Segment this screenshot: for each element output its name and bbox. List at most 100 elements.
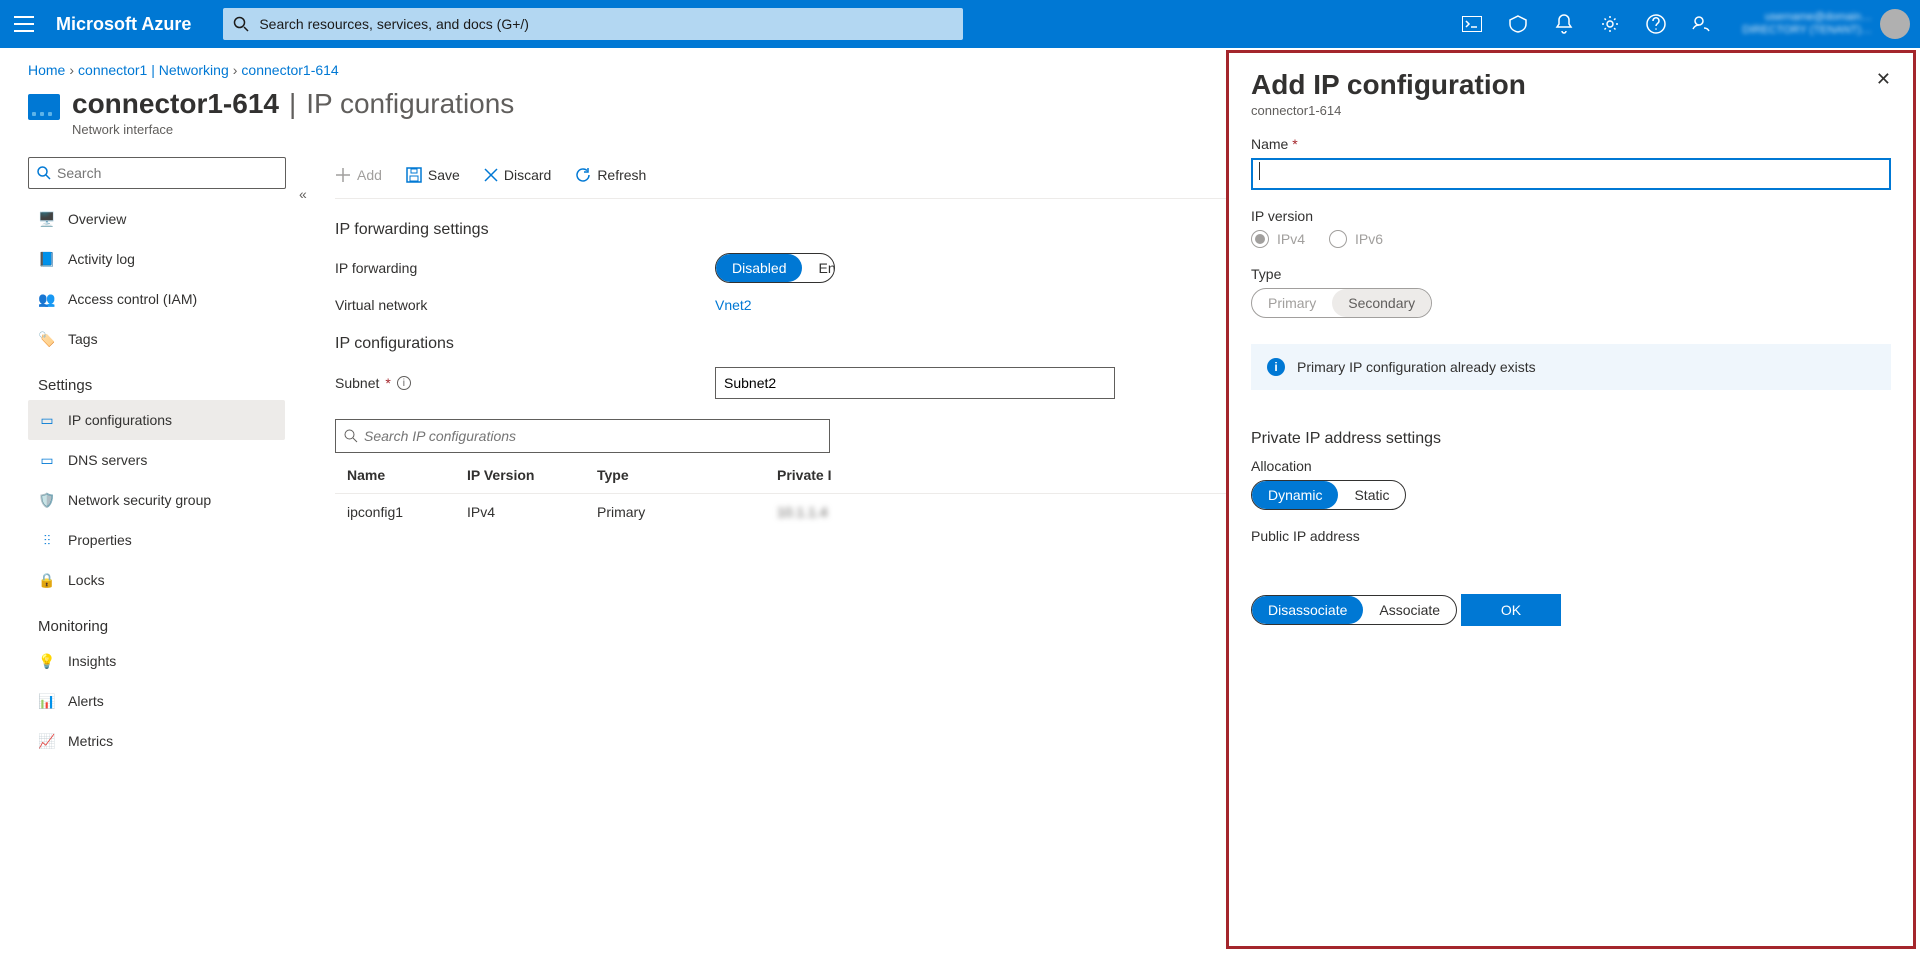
close-icon[interactable]: ✕ <box>1876 69 1891 90</box>
collapse-nav-icon[interactable]: « <box>299 186 307 202</box>
ip-search-input[interactable] <box>364 428 821 444</box>
nav-label: Tags <box>68 331 98 347</box>
panel-subtitle: connector1-614 <box>1251 103 1526 118</box>
settings-icon[interactable] <box>1588 0 1632 48</box>
col-type[interactable]: Type <box>585 453 765 494</box>
info-icon[interactable]: i <box>397 376 411 390</box>
search-icon <box>233 16 249 32</box>
nav-section-settings: Settings <box>28 359 285 400</box>
cell-type: Primary <box>585 494 765 531</box>
cloud-shell-icon[interactable] <box>1450 0 1494 48</box>
nav-label: IP configurations <box>68 412 172 428</box>
activity-log-icon: 📘 <box>38 251 56 268</box>
subnet-input[interactable] <box>715 367 1115 399</box>
nav-locks[interactable]: 🔒 Locks <box>28 560 285 600</box>
nav-iam[interactable]: 👥 Access control (IAM) <box>28 279 285 319</box>
col-name[interactable]: Name <box>335 453 455 494</box>
allocation-group[interactable]: Dynamic Static <box>1251 480 1406 510</box>
publicip-associate[interactable]: Associate <box>1363 596 1456 624</box>
allocation-static[interactable]: Static <box>1338 481 1405 509</box>
info-text: Primary IP configuration already exists <box>1297 359 1536 375</box>
add-button[interactable]: Add <box>335 167 382 183</box>
save-icon <box>406 167 422 183</box>
nav-label: Access control (IAM) <box>68 291 197 307</box>
breadcrumb-home[interactable]: Home <box>28 62 65 78</box>
close-icon <box>484 168 498 182</box>
avatar[interactable] <box>1880 9 1910 39</box>
allocation-dynamic[interactable]: Dynamic <box>1252 481 1338 509</box>
ipfwd-enabled[interactable]: Enabled <box>802 254 834 282</box>
nav-label: Activity log <box>68 251 135 267</box>
save-button[interactable]: Save <box>406 167 460 183</box>
resource-type: Network interface <box>72 122 514 137</box>
info-banner: i Primary IP configuration already exist… <box>1251 344 1891 390</box>
search-icon <box>37 166 51 180</box>
nav-overview[interactable]: 🖥️ Overview <box>28 199 285 239</box>
nav-activity-log[interactable]: 📘 Activity log <box>28 239 285 279</box>
ip-search[interactable] <box>335 419 830 453</box>
global-search-input[interactable] <box>259 16 953 32</box>
nav-label: Insights <box>68 653 116 669</box>
breadcrumb-connector1[interactable]: connector1 | Networking <box>78 62 229 78</box>
refresh-icon <box>575 167 591 183</box>
global-search[interactable] <box>223 8 963 40</box>
help-icon[interactable] <box>1634 0 1678 48</box>
subnet-label: Subnet * i <box>335 375 715 391</box>
nav-search-input[interactable] <box>57 165 277 181</box>
private-section: Private IP address settings <box>1251 430 1891 448</box>
nav-metrics[interactable]: 📈 Metrics <box>28 721 285 761</box>
discard-button[interactable]: Discard <box>484 167 551 183</box>
ipversion-group: IPv4 IPv6 <box>1251 230 1891 248</box>
ok-button[interactable]: OK <box>1461 594 1561 626</box>
user-info: username@domain… DIRECTORY (TENANT)… <box>1742 11 1872 37</box>
shield-icon: 🛡️ <box>38 492 56 509</box>
page-subtitle: IP configurations <box>306 88 514 120</box>
type-group: Primary Secondary <box>1251 288 1432 318</box>
nav-label: Overview <box>68 211 126 227</box>
nav-nsg[interactable]: 🛡️ Network security group <box>28 480 285 520</box>
refresh-button[interactable]: Refresh <box>575 167 646 183</box>
vnet-label: Virtual network <box>335 297 715 313</box>
chevron-right-icon: › <box>233 62 238 78</box>
nav-ip-configurations[interactable]: ▭ IP configurations <box>28 400 285 440</box>
breadcrumb-current[interactable]: connector1-614 <box>241 62 338 78</box>
notifications-icon[interactable] <box>1542 0 1586 48</box>
nav-label: Metrics <box>68 733 113 749</box>
nav-label: Properties <box>68 532 132 548</box>
col-version[interactable]: IP Version <box>455 453 585 494</box>
cell-name: ipconfig1 <box>335 494 455 531</box>
allocation-label: Allocation <box>1251 458 1891 474</box>
nav-label: Network security group <box>68 492 211 508</box>
nav-alerts[interactable]: 📊 Alerts <box>28 681 285 721</box>
name-label: Name * <box>1251 136 1891 152</box>
ipfwd-disabled[interactable]: Disabled <box>716 254 802 282</box>
nav-label: DNS servers <box>68 452 147 468</box>
nav-label: Alerts <box>68 693 104 709</box>
nav-label: Locks <box>68 572 105 588</box>
radio-ipv6 <box>1329 230 1347 248</box>
publicip-group[interactable]: Disassociate Associate <box>1251 595 1457 625</box>
nav-tags[interactable]: 🏷️ Tags <box>28 319 285 359</box>
nav-search[interactable] <box>28 157 286 189</box>
nav-insights[interactable]: 💡 Insights <box>28 641 285 681</box>
vnet-link[interactable]: Vnet2 <box>715 297 752 313</box>
user-account[interactable]: username@domain… DIRECTORY (TENANT)… <box>1732 0 1920 48</box>
hamburger-menu[interactable] <box>0 0 48 48</box>
alerts-icon: 📊 <box>38 693 56 710</box>
dns-icon: ▭ <box>38 452 56 469</box>
name-input[interactable] <box>1251 158 1891 190</box>
iam-icon: 👥 <box>38 291 56 308</box>
publicip-label: Public IP address <box>1251 528 1891 544</box>
panel-title: Add IP configuration <box>1251 69 1526 101</box>
type-secondary: Secondary <box>1332 289 1431 317</box>
brand[interactable]: Microsoft Azure <box>48 14 207 35</box>
metrics-icon: 📈 <box>38 733 56 750</box>
nav-section-monitoring: Monitoring <box>28 600 285 641</box>
directories-icon[interactable] <box>1496 0 1540 48</box>
type-label: Type <box>1251 266 1891 282</box>
nav-dns-servers[interactable]: ▭ DNS servers <box>28 440 285 480</box>
ipfwd-toggle[interactable]: Disabled Enabled <box>715 253 835 283</box>
nav-properties[interactable]: ⫶⫶ Properties <box>28 520 285 560</box>
feedback-icon[interactable] <box>1680 0 1724 48</box>
publicip-disassociate[interactable]: Disassociate <box>1252 596 1363 624</box>
